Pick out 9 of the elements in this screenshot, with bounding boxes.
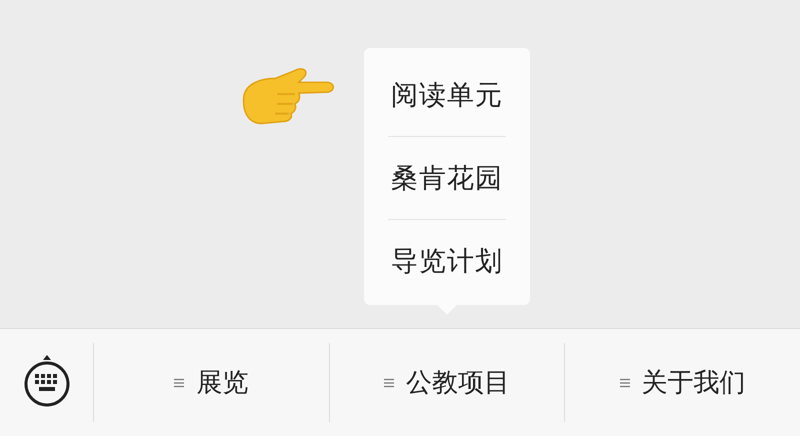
submenu-item[interactable]: 桑肯花园 [364, 137, 530, 219]
submenu-item[interactable]: 导览计划 [364, 220, 530, 302]
menu-icon [384, 378, 394, 388]
menu-tab[interactable]: 展览 [94, 343, 330, 422]
submenu-item[interactable]: 阅读单元 [364, 54, 530, 136]
menu-tab[interactable]: 公教项目 [330, 343, 566, 422]
menu-icon [174, 378, 184, 388]
menu-tab[interactable]: 关于我们 [565, 343, 800, 422]
menu-icon [620, 378, 630, 388]
